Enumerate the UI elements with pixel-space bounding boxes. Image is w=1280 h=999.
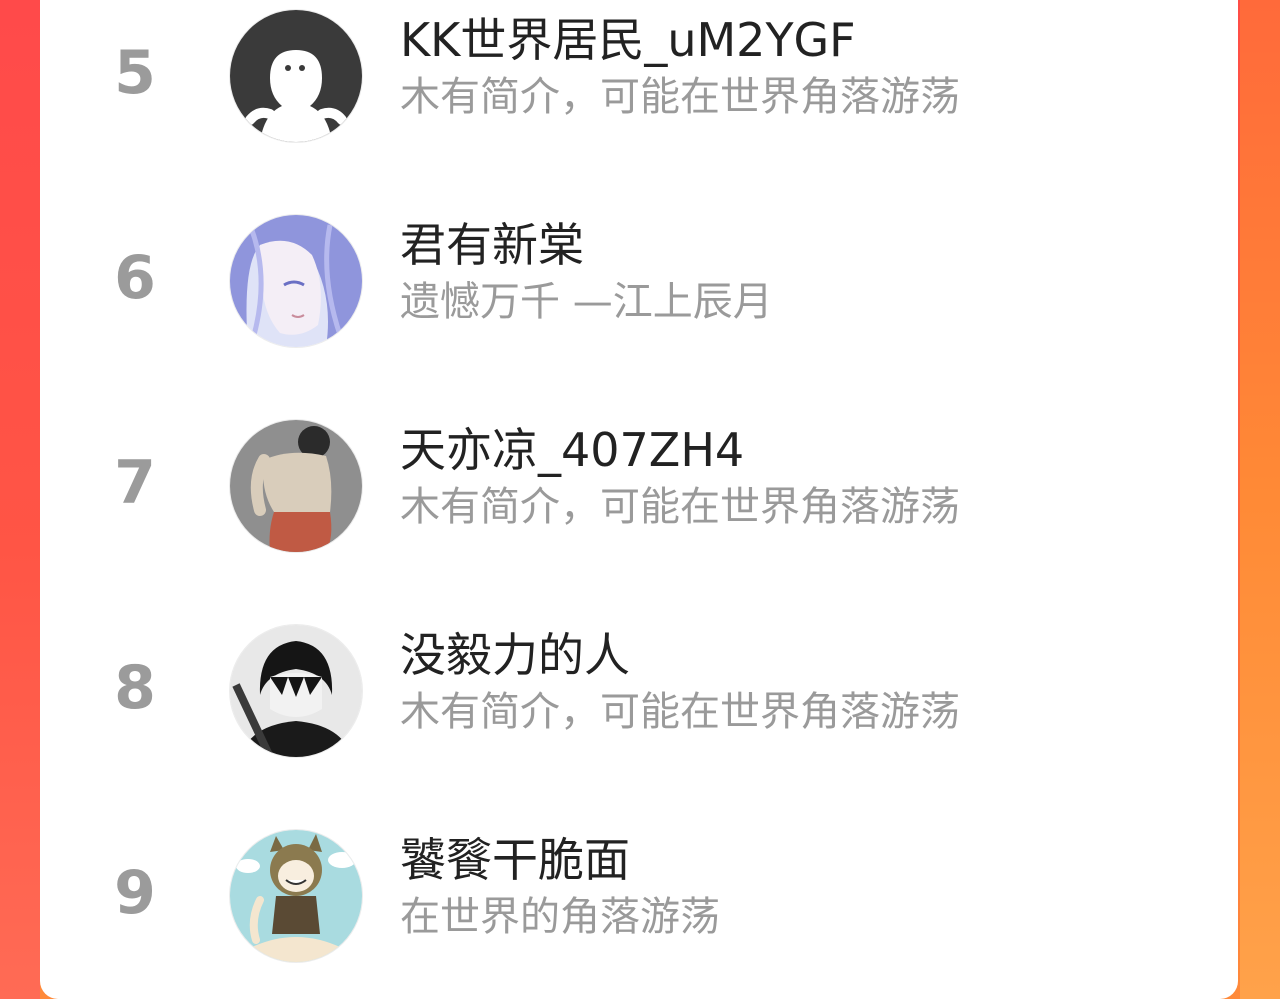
background-right-edge [1240, 0, 1280, 999]
list-item[interactable]: 7 天亦凉_407ZH4 木有简介，可能在世界角落游荡 [40, 410, 1238, 560]
rank-number: 8 [114, 653, 156, 723]
user-name[interactable]: 没毅力的人 [400, 627, 630, 683]
default-ghost-avatar-icon[interactable] [230, 10, 362, 142]
user-name[interactable]: 君有新棠 [400, 217, 584, 273]
list-item[interactable]: 8 没毅力的人 木有简介，可能在世界角落游荡 [40, 615, 1238, 765]
rank-number: 7 [114, 448, 156, 518]
cat-girl-avatar-icon[interactable] [230, 830, 362, 962]
user-name[interactable]: 天亦凉_407ZH4 [400, 422, 744, 478]
list-item[interactable]: 5 KK世界居民_uM2YGF 木有简介，可能在世界角落游荡 [40, 0, 1238, 150]
user-bio: 在世界的角落游荡 [400, 894, 720, 940]
anime-girl-avatar-icon[interactable] [230, 215, 362, 347]
list-item[interactable]: 9 饕餮干脆面 在世界的角落游荡 [40, 820, 1238, 970]
user-bio: 木有简介，可能在世界角落游荡 [400, 689, 960, 735]
user-bio: 遗憾万千 —江上辰月 [400, 279, 773, 325]
rank-number: 6 [114, 243, 156, 313]
ranking-list-panel: 5 KK世界居民_uM2YGF 木有简介，可能在世界角落游荡 6 君有新棠 遗憾… [40, 0, 1238, 999]
list-item[interactable]: 6 君有新棠 遗憾万千 —江上辰月 [40, 205, 1238, 355]
background-left-edge [0, 0, 40, 999]
cartoon-person-avatar-icon[interactable] [230, 420, 362, 552]
user-name[interactable]: 饕餮干脆面 [400, 832, 630, 888]
rank-number: 9 [114, 858, 156, 928]
rank-number: 5 [114, 38, 156, 108]
user-bio: 木有简介，可能在世界角落游荡 [400, 74, 960, 120]
user-name[interactable]: KK世界居民_uM2YGF [400, 12, 856, 68]
user-bio: 木有简介，可能在世界角落游荡 [400, 484, 960, 530]
dark-hair-boy-avatar-icon[interactable] [230, 625, 362, 757]
